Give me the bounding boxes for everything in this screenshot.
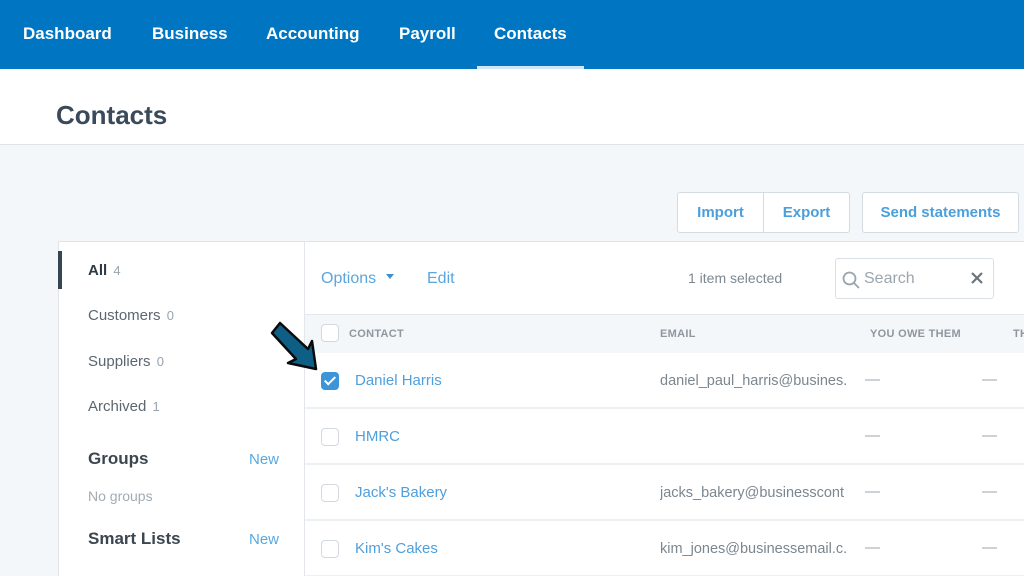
filter-label: Archived xyxy=(88,398,147,415)
contact-name[interactable]: Daniel Harris xyxy=(355,372,442,389)
filter-archived[interactable]: Archived 1 xyxy=(88,398,160,415)
they-owe-you-value: — xyxy=(982,539,997,556)
row-checkbox[interactable] xyxy=(321,540,339,558)
filter-count: 1 xyxy=(152,399,160,414)
column-contact[interactable]: CONTACT xyxy=(349,328,404,340)
you-owe-them-value: — xyxy=(865,371,880,388)
table-header: CONTACT EMAIL YOU OWE THEM TH xyxy=(305,314,1024,353)
top-navigation: Dashboard Business Accounting Payroll Co… xyxy=(0,0,1024,69)
table-row[interactable]: HMRC — — xyxy=(305,409,1024,465)
options-dropdown[interactable]: Options xyxy=(321,270,395,288)
search-box xyxy=(835,258,994,299)
nav-accounting[interactable]: Accounting xyxy=(266,0,360,69)
search-icon xyxy=(842,271,860,289)
smart-lists-heading: Smart Lists xyxy=(88,529,181,548)
filter-count: 0 xyxy=(156,354,164,369)
import-button[interactable]: Import xyxy=(678,193,763,232)
contact-email: jacks_bakery@businesscont xyxy=(660,485,844,501)
column-you-owe-them[interactable]: YOU OWE THEM xyxy=(870,328,961,340)
row-checkbox[interactable] xyxy=(321,428,339,446)
filter-label: Suppliers xyxy=(88,353,151,370)
page-title: Contacts xyxy=(56,100,168,130)
row-checkbox[interactable] xyxy=(321,372,339,390)
filter-customers[interactable]: Customers 0 xyxy=(88,307,174,324)
export-button[interactable]: Export xyxy=(763,193,849,232)
table-row[interactable]: Daniel Harris daniel_paul_harris@busines… xyxy=(305,353,1024,409)
nav-dashboard[interactable]: Dashboard xyxy=(23,0,112,69)
nav-payroll[interactable]: Payroll xyxy=(399,0,456,69)
edit-link[interactable]: Edit xyxy=(427,270,455,288)
contacts-table-panel: Options Edit 1 item selected CONTACT EMA… xyxy=(305,241,1024,576)
search-input[interactable] xyxy=(864,268,964,290)
filter-all[interactable]: All 4 xyxy=(88,262,121,279)
contact-name[interactable]: Jack's Bakery xyxy=(355,484,447,501)
close-icon[interactable] xyxy=(970,271,984,285)
contact-email: kim_jones@businessemail.c. xyxy=(660,541,848,557)
filter-count: 4 xyxy=(113,263,121,278)
active-indicator xyxy=(58,251,62,289)
pointer-arrow-icon xyxy=(270,321,318,371)
no-groups-text: No groups xyxy=(88,488,153,504)
import-export-group: Import Export xyxy=(677,192,850,233)
contacts-sidebar: All 4 Customers 0 Suppliers 0 Archived 1… xyxy=(58,241,305,576)
table-row[interactable]: Kim's Cakes kim_jones@businessemail.c. —… xyxy=(305,521,1024,576)
new-group-link[interactable]: New xyxy=(249,451,279,468)
filter-suppliers[interactable]: Suppliers 0 xyxy=(88,353,164,370)
caret-down-icon xyxy=(386,274,395,280)
they-owe-you-value: — xyxy=(982,483,997,500)
you-owe-them-value: — xyxy=(865,539,880,556)
column-email[interactable]: EMAIL xyxy=(660,328,696,340)
contact-name[interactable]: Kim's Cakes xyxy=(355,540,438,557)
you-owe-them-value: — xyxy=(865,427,880,444)
nav-contacts[interactable]: Contacts xyxy=(477,0,584,69)
send-statements-button[interactable]: Send statements xyxy=(862,192,1019,233)
filter-label: Customers xyxy=(88,307,161,324)
nav-business[interactable]: Business xyxy=(152,0,228,69)
new-smart-list-link[interactable]: New xyxy=(249,531,279,548)
options-label: Options xyxy=(321,270,377,287)
row-checkbox[interactable] xyxy=(321,484,339,502)
column-they-owe-you[interactable]: TH xyxy=(1013,328,1024,340)
filter-count: 0 xyxy=(166,308,174,323)
contact-email: daniel_paul_harris@busines. xyxy=(660,373,848,389)
contact-name[interactable]: HMRC xyxy=(355,428,400,445)
filter-label: All xyxy=(88,262,108,279)
selection-count: 1 item selected xyxy=(688,270,783,286)
they-owe-you-value: — xyxy=(982,427,997,444)
table-row[interactable]: Jack's Bakery jacks_bakery@businesscont … xyxy=(305,465,1024,521)
you-owe-them-value: — xyxy=(865,483,880,500)
page-header: Contacts xyxy=(0,69,1024,145)
groups-heading: Groups xyxy=(88,449,149,468)
they-owe-you-value: — xyxy=(982,371,997,388)
